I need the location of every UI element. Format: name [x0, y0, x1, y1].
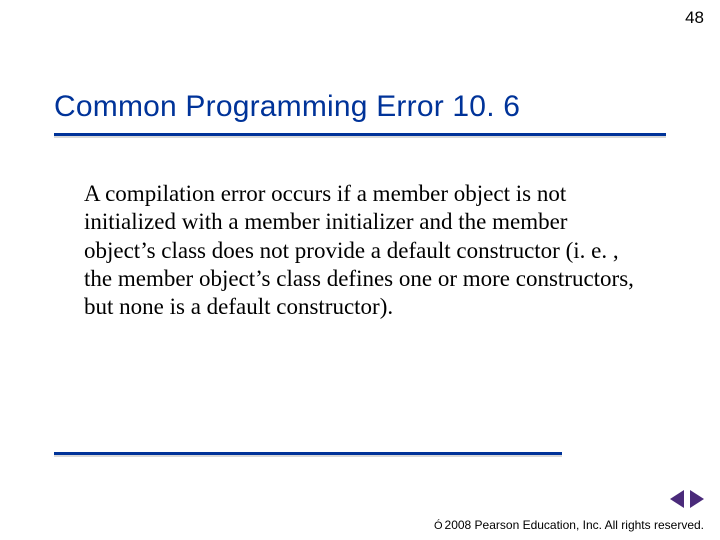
footer-text: 2008 Pearson Education, Inc. All rights … [445, 518, 704, 532]
next-slide-icon[interactable] [690, 490, 704, 508]
slide-heading: Common Programming Error 10. 6 [54, 90, 520, 124]
prev-slide-icon[interactable] [670, 490, 684, 508]
footer-copyright: Ó2008 Pearson Education, Inc. All rights… [434, 518, 704, 532]
copyright-symbol: Ó [434, 520, 443, 532]
heading-underline [54, 133, 666, 136]
page-number: 48 [685, 8, 704, 28]
bottom-rule [54, 452, 562, 455]
nav-arrows [670, 490, 704, 508]
slide-body-text: A compilation error occurs if a member o… [84, 180, 644, 321]
